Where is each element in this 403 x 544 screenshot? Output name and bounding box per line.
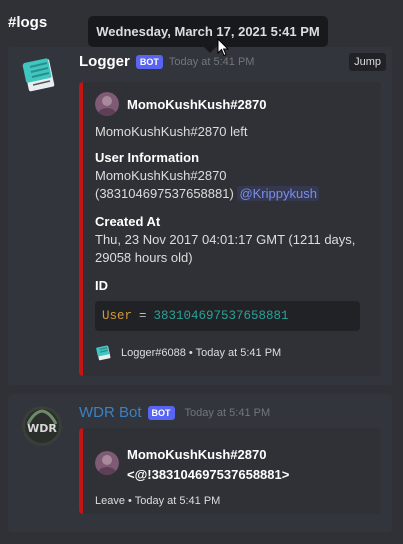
author-name[interactable]: Logger (79, 53, 130, 70)
embed-author: MomoKushKush#2870 <@!383104697537658881> (95, 445, 289, 485)
embed: MomoKushKush#2870 MomoKushKush#2870 left… (79, 82, 381, 376)
field-title-id: ID (95, 277, 108, 295)
jump-button[interactable]: Jump (349, 53, 386, 71)
code-equals: = (139, 309, 147, 323)
message-header: WDR Bot BOT Today at 5:41 PM (79, 404, 270, 421)
notepad-icon (96, 345, 111, 361)
message-timestamp[interactable]: Today at 5:41 PM (169, 56, 255, 68)
message-logger[interactable]: Logger BOT Today at 5:41 PM Jump MomoKus… (8, 47, 392, 385)
bot-tag: BOT (147, 405, 175, 420)
code-value: 383104697537658881 (153, 309, 289, 323)
user-avatar[interactable] (95, 451, 119, 475)
user-mention[interactable]: @Krippykush (237, 186, 319, 201)
footer-text: Logger#6088 • Today at 5:41 PM (121, 347, 282, 359)
field-title: ID (95, 278, 108, 293)
code-block: User = 383104697537658881 (95, 301, 360, 331)
channel-title: #logs (8, 14, 48, 31)
user-avatar[interactable] (95, 92, 119, 116)
embed: MomoKushKush#2870 <@!383104697537658881>… (79, 428, 381, 514)
message-timestamp[interactable]: Today at 5:41 PM (185, 407, 271, 419)
embed-author-text: MomoKushKush#2870 <@!383104697537658881> (127, 445, 289, 485)
tooltip-text: Wednesday, March 17, 2021 5:41 PM (96, 24, 320, 39)
embed-author-mention[interactable]: <@!383104697537658881> (127, 465, 289, 485)
author-name[interactable]: WDR Bot (79, 404, 142, 421)
field-value-line2: 29058 hours old) (95, 250, 193, 265)
field-title: User Information (95, 150, 200, 165)
field-user-information: User Information MomoKushKush#2870 (3831… (95, 149, 319, 203)
notepad-icon (22, 58, 55, 92)
timestamp-tooltip: Wednesday, March 17, 2021 5:41 PM (88, 16, 328, 53)
wdr-avatar-text: WDR (27, 422, 57, 435)
embed-author-name[interactable]: MomoKushKush#2870 (127, 97, 266, 112)
mouse-cursor-icon (217, 38, 229, 57)
user-id-text: (383104697537658881) (95, 186, 234, 201)
logger-avatar[interactable] (20, 55, 60, 95)
embed-author-name[interactable]: MomoKushKush#2870 (127, 445, 289, 465)
embed-description: MomoKushKush#2870 left (95, 124, 248, 139)
embed-footer: Logger#6088 • Today at 5:41 PM (95, 344, 281, 362)
message-wdr-bot[interactable]: WDR WDR Bot BOT Today at 5:41 PM MomoKus… (8, 394, 392, 532)
field-value: MomoKushKush#2870 (95, 168, 227, 183)
bot-tag: BOT (135, 54, 163, 69)
embed-author: MomoKushKush#2870 (95, 92, 266, 116)
embed-footer: Leave • Today at 5:41 PM (95, 495, 220, 507)
field-title: Created At (95, 214, 161, 229)
footer-text: Leave • Today at 5:41 PM (95, 495, 221, 507)
field-value: Thu, 23 Nov 2017 04:01:17 GMT (1211 days… (95, 232, 356, 247)
wdr-bot-avatar[interactable]: WDR (22, 406, 62, 446)
field-created-at: Created At Thu, 23 Nov 2017 04:01:17 GMT… (95, 213, 355, 267)
field-value-line2: (383104697537658881) @Krippykush (95, 185, 319, 203)
code-key: User (102, 309, 133, 323)
